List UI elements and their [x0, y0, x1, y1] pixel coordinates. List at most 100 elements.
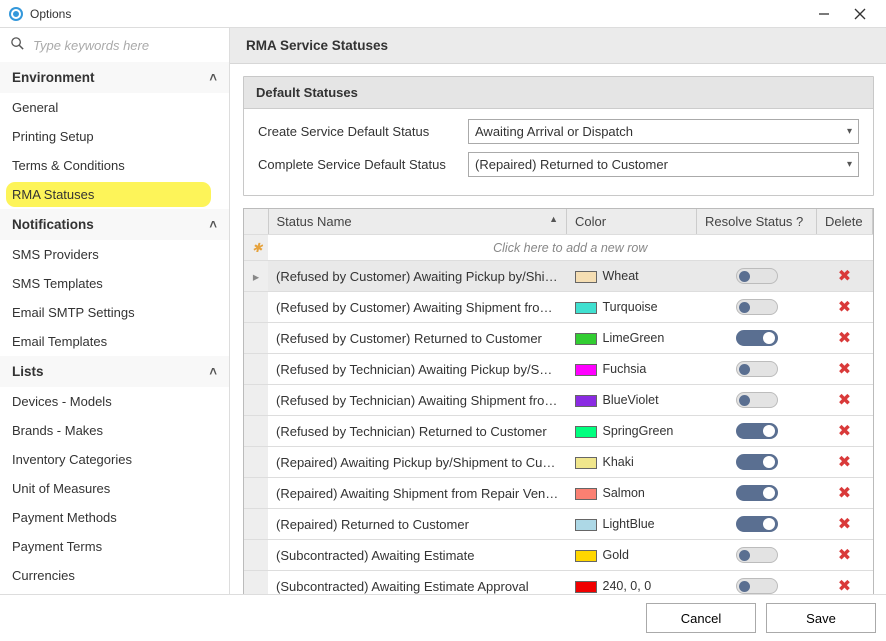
search-icon: [10, 36, 25, 54]
row-indicator-icon: [244, 571, 268, 595]
cancel-button[interactable]: Cancel: [646, 603, 756, 633]
delete-column-header[interactable]: Delete: [817, 209, 873, 235]
color-swatch[interactable]: [575, 395, 597, 407]
delete-icon[interactable]: ✖: [838, 454, 851, 471]
save-button[interactable]: Save: [766, 603, 876, 633]
resolve-toggle[interactable]: [736, 423, 778, 439]
delete-icon[interactable]: ✖: [838, 578, 851, 594]
sidebar-group-header[interactable]: Lists˄: [0, 356, 229, 387]
sidebar-item[interactable]: SMS Templates: [0, 269, 229, 298]
sidebar-item[interactable]: General: [0, 93, 229, 122]
table-row[interactable]: (Refused by Customer) Awaiting Shipment …: [244, 292, 873, 323]
delete-icon[interactable]: ✖: [838, 423, 851, 440]
delete-icon[interactable]: ✖: [838, 485, 851, 502]
resolve-toggle[interactable]: [736, 454, 778, 470]
resolve-toggle[interactable]: [736, 361, 778, 377]
delete-icon[interactable]: ✖: [838, 299, 851, 316]
sidebar-group-header[interactable]: Notifications˄: [0, 209, 229, 240]
sidebar-item[interactable]: Currencies: [0, 561, 229, 590]
sidebar-item[interactable]: Email SMTP Settings: [0, 298, 229, 327]
table-row[interactable]: (Repaired) Awaiting Pickup by/Shipment t…: [244, 447, 873, 478]
new-row[interactable]: ✱Click here to add a new row: [244, 235, 873, 261]
color-swatch[interactable]: [575, 426, 597, 438]
group-heading: Default Statuses: [244, 77, 873, 109]
resolve-toggle[interactable]: [736, 547, 778, 563]
resolve-toggle[interactable]: [736, 578, 778, 594]
table-row[interactable]: (Refused by Technician) Awaiting Pickup …: [244, 354, 873, 385]
row-indicator-icon: [244, 354, 268, 385]
minimize-button[interactable]: [806, 2, 842, 26]
table-row[interactable]: (Subcontracted) Awaiting Estimate Approv…: [244, 571, 873, 595]
status-name-cell: (Subcontracted) Awaiting Estimate Approv…: [276, 579, 559, 594]
complete-default-select[interactable]: (Repaired) Returned to Customer▾: [468, 152, 859, 177]
status-name-column-header[interactable]: Status Name▲: [268, 209, 567, 235]
row-indicator-icon: [244, 540, 268, 571]
resolve-toggle[interactable]: [736, 485, 778, 501]
row-indicator-icon: [244, 323, 268, 354]
sidebar-item[interactable]: Terms & Conditions: [0, 151, 229, 180]
color-swatch[interactable]: [575, 333, 597, 345]
sidebar-item[interactable]: Email Templates: [0, 327, 229, 356]
sort-ascending-icon: ▲: [549, 214, 558, 224]
sidebar-item[interactable]: SMS Providers: [0, 240, 229, 269]
color-name: SpringGreen: [603, 424, 674, 438]
status-name-cell: (Refused by Customer) Awaiting Shipment …: [276, 300, 559, 315]
delete-icon[interactable]: ✖: [838, 516, 851, 533]
resolve-toggle[interactable]: [736, 268, 778, 284]
sidebar-item[interactable]: Fault Codes: [0, 590, 229, 594]
color-swatch[interactable]: [575, 488, 597, 500]
status-name-cell: (Refused by Customer) Returned to Custom…: [276, 331, 559, 346]
button-bar: Cancel Save: [0, 594, 886, 641]
color-swatch[interactable]: [575, 581, 597, 593]
status-name-cell: (Repaired) Awaiting Shipment from Repair…: [276, 486, 559, 501]
delete-icon[interactable]: ✖: [838, 361, 851, 378]
table-row[interactable]: (Repaired) Awaiting Shipment from Repair…: [244, 478, 873, 509]
create-default-label: Create Service Default Status: [258, 124, 458, 139]
sidebar-item[interactable]: Brands - Makes: [0, 416, 229, 445]
color-swatch[interactable]: [575, 364, 597, 376]
search-row: [0, 28, 229, 62]
sidebar-item[interactable]: Printing Setup: [0, 122, 229, 151]
delete-icon[interactable]: ✖: [838, 547, 851, 564]
resolve-toggle[interactable]: [736, 299, 778, 315]
status-name-cell: (Refused by Customer) Awaiting Pickup by…: [276, 269, 559, 284]
table-row[interactable]: ▸ (Refused by Customer) Awaiting Pickup …: [244, 261, 873, 292]
resolve-toggle[interactable]: [736, 392, 778, 408]
sidebar-group-header[interactable]: Environment˄: [0, 62, 229, 93]
color-name: LimeGreen: [603, 331, 665, 345]
color-name: Wheat: [603, 269, 639, 283]
color-name: Khaki: [603, 455, 634, 469]
color-name: BlueViolet: [603, 393, 659, 407]
color-swatch[interactable]: [575, 519, 597, 531]
sidebar-item[interactable]: Payment Terms: [0, 532, 229, 561]
delete-icon[interactable]: ✖: [838, 268, 851, 285]
create-default-select[interactable]: Awaiting Arrival or Dispatch▾: [468, 119, 859, 144]
sidebar-item[interactable]: Payment Methods: [0, 503, 229, 532]
resolve-column-header[interactable]: Resolve Status ?: [697, 209, 817, 235]
table-row[interactable]: (Refused by Technician) Returned to Cust…: [244, 416, 873, 447]
sidebar-item[interactable]: Devices - Models: [0, 387, 229, 416]
color-name: 240, 0, 0: [603, 579, 652, 593]
table-row[interactable]: (Repaired) Returned to Customer LightBlu…: [244, 509, 873, 540]
resolve-toggle[interactable]: [736, 516, 778, 532]
delete-icon[interactable]: ✖: [838, 392, 851, 409]
color-swatch[interactable]: [575, 271, 597, 283]
color-name: Fuchsia: [603, 362, 647, 376]
title-bar: Options: [0, 0, 886, 28]
resolve-toggle[interactable]: [736, 330, 778, 346]
chevron-up-icon: ˄: [209, 217, 217, 232]
delete-icon[interactable]: ✖: [838, 330, 851, 347]
table-row[interactable]: (Refused by Technician) Awaiting Shipmen…: [244, 385, 873, 416]
table-row[interactable]: (Subcontracted) Awaiting Estimate Gold ✖: [244, 540, 873, 571]
color-swatch[interactable]: [575, 302, 597, 314]
sidebar-item[interactable]: RMA Statuses: [0, 180, 229, 209]
search-input[interactable]: [33, 38, 219, 53]
sidebar-item[interactable]: Inventory Categories: [0, 445, 229, 474]
color-swatch[interactable]: [575, 550, 597, 562]
table-row[interactable]: (Refused by Customer) Returned to Custom…: [244, 323, 873, 354]
sidebar-item[interactable]: Unit of Measures: [0, 474, 229, 503]
close-button[interactable]: [842, 2, 878, 26]
color-swatch[interactable]: [575, 457, 597, 469]
row-indicator-icon: [244, 292, 268, 323]
color-column-header[interactable]: Color: [567, 209, 697, 235]
